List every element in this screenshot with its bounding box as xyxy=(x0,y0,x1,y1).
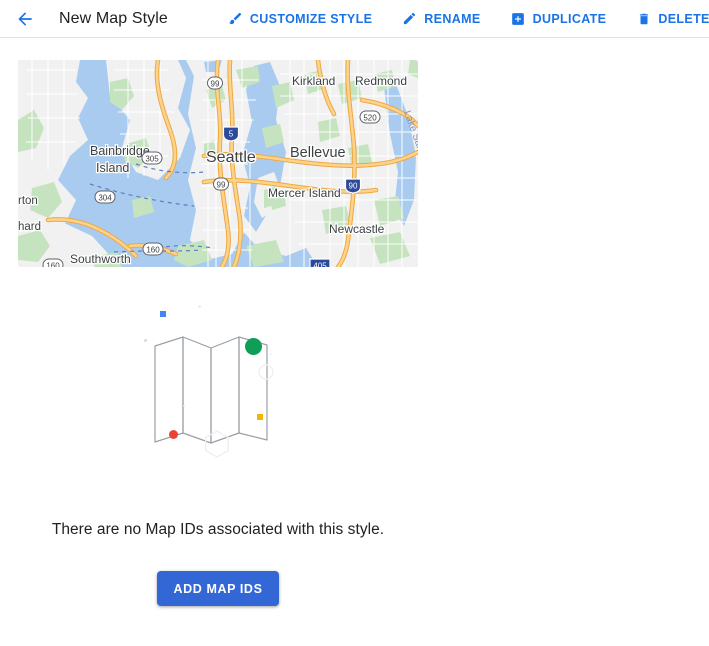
map-place-label: Mercer Island xyxy=(268,186,341,200)
map-style-preview-thumbnail[interactable]: Bainbridge Island Seattle Bellevue Kirkland R… xyxy=(18,60,418,267)
back-button[interactable] xyxy=(12,6,38,32)
svg-text:99: 99 xyxy=(211,80,220,89)
gray-speck-4 xyxy=(183,405,185,407)
map-place-label: Bellevue xyxy=(290,145,346,161)
route-shield: 99 xyxy=(213,177,229,191)
route-shield: 160 xyxy=(42,258,64,268)
customize-style-label: CUSTOMIZE STYLE xyxy=(249,11,373,26)
delete-label: DELETE xyxy=(658,11,709,26)
folded-map-illustration xyxy=(138,300,298,475)
svg-text:520: 520 xyxy=(363,114,377,123)
plus-box-icon xyxy=(511,11,526,26)
style-actions-toolbar: CUSTOMIZE STYLE RENAME DUPLICATE DELETE xyxy=(228,11,709,26)
map-place-label: Kirkland xyxy=(292,74,335,88)
customize-style-button[interactable]: CUSTOMIZE STYLE xyxy=(228,11,372,26)
gray-speck-1 xyxy=(144,339,147,342)
folded-map-svg xyxy=(144,305,274,458)
route-shield: 160 xyxy=(142,242,164,256)
brush-icon xyxy=(228,11,243,26)
gray-speck-2 xyxy=(198,305,201,308)
green-circle-dot xyxy=(245,338,262,355)
duplicate-label: DUPLICATE xyxy=(532,11,607,26)
map-place-label: rton xyxy=(18,195,38,207)
map-place-label: Seattle xyxy=(206,149,256,166)
svg-text:90: 90 xyxy=(349,182,358,191)
map-place-label: Bainbridge xyxy=(90,144,150,158)
gray-speck-3 xyxy=(270,353,272,355)
svg-text:304: 304 xyxy=(98,194,112,203)
arrow-back-icon xyxy=(18,11,32,26)
route-shield: 99 xyxy=(207,76,223,90)
duplicate-button[interactable]: DUPLICATE xyxy=(511,11,607,26)
map-place-label: Newcastle xyxy=(329,222,385,236)
svg-text:160: 160 xyxy=(46,262,60,268)
app-header: New Map Style CUSTOMIZE STYLE RENAME DUP… xyxy=(0,0,709,38)
yellow-square-dot xyxy=(257,414,263,420)
hexagon-outline xyxy=(204,430,230,458)
rename-label: RENAME xyxy=(424,11,481,26)
pencil-icon xyxy=(402,11,417,26)
red-circle-dot xyxy=(169,430,178,439)
route-shield: 5 xyxy=(222,126,240,142)
svg-text:405: 405 xyxy=(313,262,327,268)
route-shield: 305 xyxy=(141,151,163,165)
page-title: New Map Style xyxy=(59,9,168,27)
svg-text:5: 5 xyxy=(229,130,234,139)
map-preview-svg: Bainbridge Island Seattle Bellevue Kirkland R… xyxy=(18,60,418,267)
route-shield: 520 xyxy=(359,110,381,124)
empty-state: There are no Map IDs associated with thi… xyxy=(0,300,436,606)
route-shield: 304 xyxy=(94,190,116,204)
map-place-label: Island xyxy=(96,161,129,175)
svg-text:305: 305 xyxy=(145,155,159,164)
map-place-label: Redmond xyxy=(355,74,407,88)
route-shield: 90 xyxy=(344,178,362,194)
map-place-label: hard xyxy=(18,221,41,233)
map-place-label: Southworth xyxy=(70,252,131,266)
svg-text:99: 99 xyxy=(217,181,226,190)
delete-button[interactable]: DELETE xyxy=(636,11,709,26)
empty-state-message: There are no Map IDs associated with thi… xyxy=(51,521,385,538)
white-circle-ring xyxy=(258,364,274,380)
svg-text:160: 160 xyxy=(146,246,160,255)
trash-icon xyxy=(636,11,651,26)
route-shield: 405 xyxy=(309,258,331,268)
rename-button[interactable]: RENAME xyxy=(402,11,480,26)
add-map-ids-button[interactable]: ADD MAP IDS xyxy=(157,571,279,606)
blue-square-dot xyxy=(160,311,166,317)
